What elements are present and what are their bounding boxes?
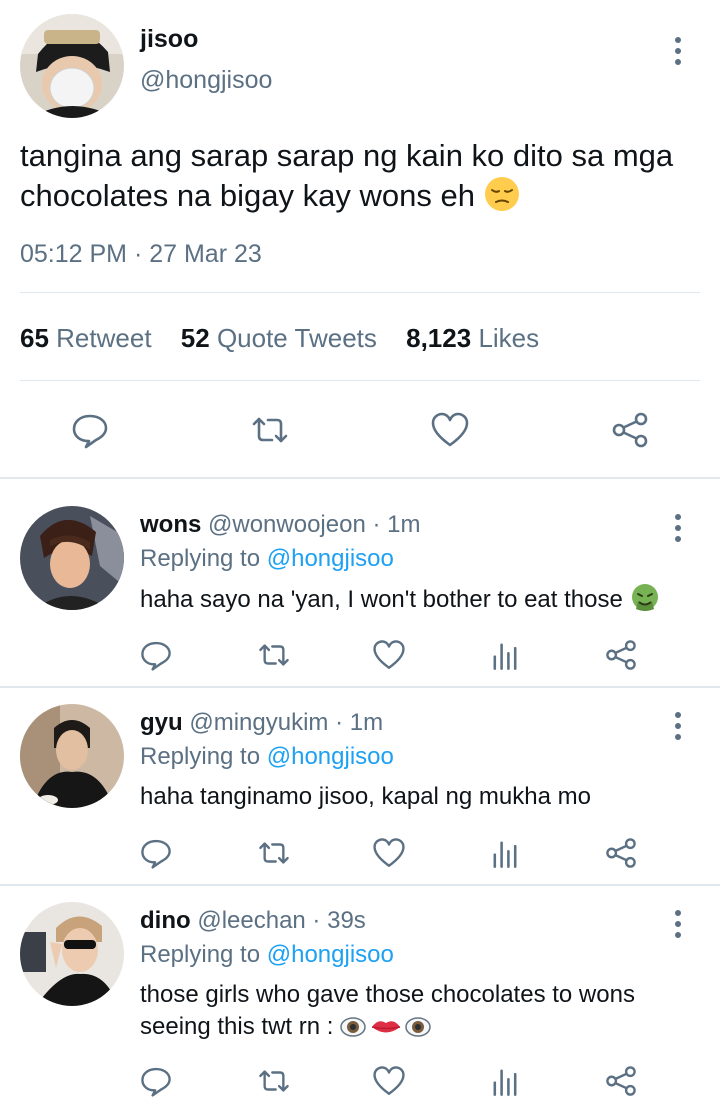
- eyes-lips-eyes-emoji-icon: [340, 1014, 432, 1049]
- reply-item[interactable]: gyu @mingyukim · 1m Replying to @hongjis…: [0, 688, 720, 884]
- reply-header: gyu @mingyukim · 1m: [140, 709, 383, 737]
- reply-text: haha tanginamo jisoo, kapal ng mukha mo: [140, 781, 700, 813]
- reply-body: haha tanginamo jisoo, kapal ng mukha mo: [140, 783, 591, 810]
- tweet-timestamp: 05:12 PM · 27 Mar 23: [20, 240, 262, 268]
- reply-avatar[interactable]: [20, 902, 124, 1006]
- analytics-icon[interactable]: [488, 836, 522, 870]
- share-icon[interactable]: [604, 638, 638, 672]
- tweet-body: tangina ang sarap sarap ng kain ko dito …: [20, 138, 674, 213]
- dot-separator: ·: [365, 511, 388, 538]
- reply-avatar[interactable]: [20, 506, 124, 610]
- reply-handle[interactable]: @leechan: [197, 907, 305, 934]
- reply-time: 1m: [387, 511, 421, 538]
- retweet-icon[interactable]: [257, 1064, 291, 1098]
- reply-icon[interactable]: [70, 410, 110, 450]
- reply-item[interactable]: wons @wonwoojeon · 1m Replying to @hongj…: [0, 479, 720, 686]
- avatar-photo-wons: [20, 506, 124, 610]
- retweet-icon[interactable]: [257, 638, 291, 672]
- avatar-photo-jisoo: [20, 14, 124, 118]
- replying-to-label: Replying to: [140, 545, 267, 572]
- reply-item[interactable]: dino @leechan · 39s Replying to @hongjis…: [0, 886, 720, 1110]
- reply-text: those girls who gave those chocolates to…: [140, 979, 700, 1049]
- reply-display-name[interactable]: gyu: [140, 709, 183, 736]
- reply-handle[interactable]: @mingyukim: [189, 709, 328, 736]
- mention-link[interactable]: @hongjisoo: [267, 545, 394, 572]
- pensive-face-emoji-icon: [484, 176, 520, 222]
- main-tweet-text: tangina ang sarap sarap ng kain ko dito …: [20, 136, 710, 222]
- reply-avatar[interactable]: [20, 704, 124, 808]
- reply-handle[interactable]: @wonwoojeon: [208, 511, 366, 538]
- reply-header: dino @leechan · 39s: [140, 907, 366, 935]
- nauseated-face-emoji-icon: [630, 583, 660, 622]
- share-icon[interactable]: [604, 836, 638, 870]
- replying-to-label: Replying to: [140, 941, 267, 968]
- reply-time: 39s: [327, 907, 366, 934]
- like-heart-icon[interactable]: [372, 836, 406, 870]
- reply-display-name[interactable]: wons: [140, 511, 201, 538]
- like-heart-icon[interactable]: [430, 410, 470, 450]
- mention-link[interactable]: @hongjisoo: [267, 941, 394, 968]
- replying-to: Replying to @hongjisoo: [140, 545, 394, 573]
- replying-to: Replying to @hongjisoo: [140, 941, 394, 969]
- avatar-photo-gyu: [20, 704, 124, 808]
- dot-separator: ·: [328, 709, 350, 736]
- analytics-icon[interactable]: [488, 1064, 522, 1098]
- tweet-stats: 65 Retweet 52 Quote Tweets 8,123 Likes: [20, 323, 561, 354]
- more-options-icon[interactable]: [673, 514, 683, 542]
- retweet-count-link[interactable]: 65 Retweet: [20, 323, 152, 353]
- mention-link[interactable]: @hongjisoo: [267, 743, 394, 770]
- reply-body: haha sayo na 'yan, I won't bother to eat…: [140, 586, 623, 613]
- reply-header: wons @wonwoojeon · 1m: [140, 511, 420, 539]
- like-heart-icon[interactable]: [372, 1064, 406, 1098]
- more-options-icon[interactable]: [673, 910, 683, 938]
- reply-icon[interactable]: [139, 836, 173, 870]
- main-avatar[interactable]: [20, 14, 124, 118]
- likes-count-link[interactable]: 8,123 Likes: [406, 323, 539, 353]
- divider: [20, 292, 700, 293]
- replying-to-label: Replying to: [140, 743, 267, 770]
- analytics-icon[interactable]: [488, 638, 522, 672]
- more-options-icon[interactable]: [673, 712, 683, 740]
- retweet-icon[interactable]: [250, 410, 290, 450]
- reply-icon[interactable]: [139, 1064, 173, 1098]
- reply-text: haha sayo na 'yan, I won't bother to eat…: [140, 583, 700, 622]
- main-display-name[interactable]: jisoo: [140, 25, 198, 54]
- divider: [20, 380, 700, 381]
- main-tweet: jisoo @hongjisoo tangina ang sarap sarap…: [0, 0, 720, 478]
- like-heart-icon[interactable]: [372, 638, 406, 672]
- share-icon[interactable]: [604, 1064, 638, 1098]
- dot-separator: ·: [305, 907, 328, 934]
- avatar-photo-dino: [20, 902, 124, 1006]
- reply-icon[interactable]: [139, 638, 173, 672]
- share-icon[interactable]: [610, 410, 650, 450]
- more-options-icon[interactable]: [673, 37, 683, 65]
- quote-tweets-count-link[interactable]: 52 Quote Tweets: [181, 323, 377, 353]
- main-handle[interactable]: @hongjisoo: [140, 66, 272, 95]
- retweet-icon[interactable]: [257, 836, 291, 870]
- reply-display-name[interactable]: dino: [140, 907, 191, 934]
- replying-to: Replying to @hongjisoo: [140, 743, 394, 771]
- reply-time: 1m: [349, 709, 384, 736]
